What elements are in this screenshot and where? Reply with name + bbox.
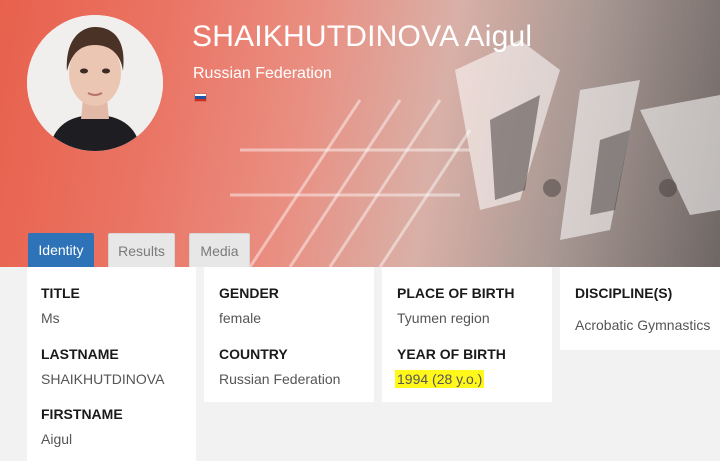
year-of-birth-wrapper: 1994 (28 y.o.) [395,370,485,388]
profile-banner: SHAIKHUTDINOVA Aigul Russian Federation [0,0,720,267]
year-of-birth-value: 1994 (28 y.o.) [395,370,485,388]
title-value: Ms [41,310,60,326]
country-value: Russian Federation [219,371,341,387]
identity-card-names: TITLE Ms LASTNAME SHAIKHUTDINOVA FIRSTNA… [27,267,196,461]
discipline-label: DISCIPLINE(S) [575,285,673,301]
place-of-birth-label: PLACE OF BIRTH [397,285,515,301]
athlete-country: Russian Federation [193,65,332,82]
lastname-value: SHAIKHUTDINOVA [41,371,165,387]
athlete-name: SHAIKHUTDINOVA Aigul [192,20,533,53]
firstname-value: Aigul [41,431,73,447]
russia-flag-icon [194,93,207,102]
identity-card-gender-country: GENDER female COUNTRY Russian Federation [204,267,374,402]
title-label: TITLE [41,285,80,301]
identity-card-birth: PLACE OF BIRTH Tyumen region YEAR OF BIR… [382,267,552,402]
discipline-value: Acrobatic Gymnastics [575,317,711,333]
lastname-label: LASTNAME [41,346,119,362]
tab-identity[interactable]: Identity [28,233,94,267]
firstname-label: FIRSTNAME [41,406,123,422]
year-of-birth-label: YEAR OF BIRTH [397,346,506,362]
athlete-portrait-image [27,15,163,151]
country-label: COUNTRY [219,346,288,362]
athlete-avatar [27,15,163,151]
tab-media[interactable]: Media [189,233,250,267]
gender-value: female [219,310,262,326]
place-of-birth-value: Tyumen region [397,310,490,326]
tab-results[interactable]: Results [108,233,175,267]
identity-card-discipline: DISCIPLINE(S) Acrobatic Gymnastics [560,267,720,350]
gender-label: GENDER [219,285,279,301]
